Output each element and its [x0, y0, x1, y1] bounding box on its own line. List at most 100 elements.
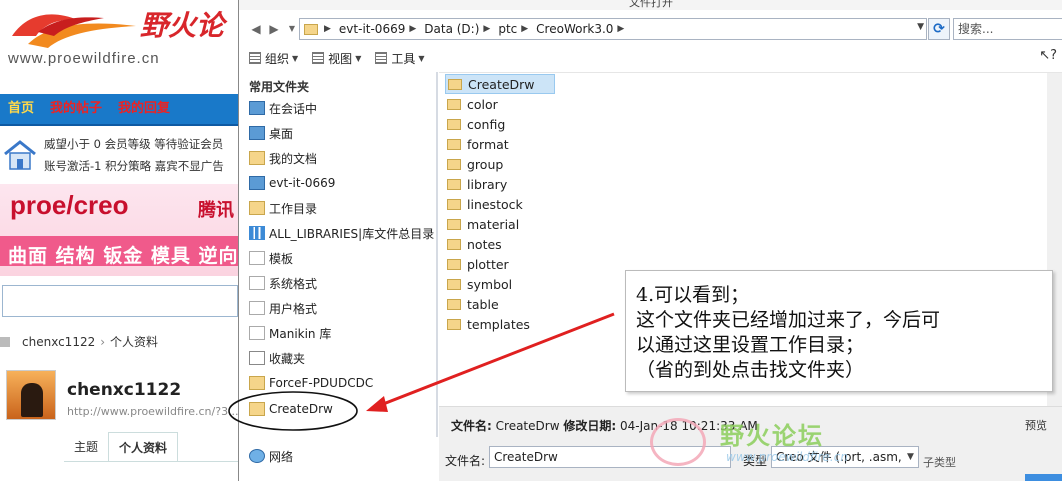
chevron-right-icon[interactable]: ▶: [483, 24, 490, 34]
nav-item-forcef-pdudcdc[interactable]: ForceF-PDUDCDC: [249, 371, 435, 395]
file-item-library[interactable]: library: [445, 174, 555, 194]
site-watermark: 野火论坛 www.proewildfire.cn: [650, 414, 860, 474]
nav-item-label: 我的文档: [269, 151, 318, 166]
nav-item-favorites[interactable]: 收藏夹: [249, 346, 435, 370]
nav-item-network[interactable]: 网络: [249, 444, 435, 468]
refresh-icon[interactable]: ⟳: [928, 18, 950, 40]
file-item-plotter[interactable]: plotter: [445, 254, 555, 274]
open-button[interactable]: [1025, 474, 1062, 481]
nav-item-label: 用户格式: [269, 301, 318, 316]
breadcrumb-profile[interactable]: 个人资料: [110, 335, 158, 349]
file-item-label: material: [467, 216, 520, 232]
nav-item-my-documents[interactable]: 我的文档: [249, 146, 435, 170]
user-info-line-1: 威望小于 0 会员等级 等待验证会员: [44, 137, 224, 151]
file-open-dialog: 文件打开 ◀ ▶ ▼ ▶ evt-it-0669 ▶ Data (D:) ▶ p…: [238, 0, 1062, 481]
file-item-label: symbol: [467, 276, 513, 292]
network-icon: [249, 449, 265, 463]
file-item-createdrw[interactable]: CreateDrw: [445, 74, 555, 94]
nav-home-link[interactable]: 首页: [0, 93, 42, 125]
nav-item-computer[interactable]: evt-it-0669: [249, 171, 435, 195]
file-item-symbol[interactable]: symbol: [445, 274, 555, 294]
nav-item-label: 收藏夹: [269, 351, 306, 366]
file-item-format[interactable]: format: [445, 134, 555, 154]
home-icon[interactable]: [0, 337, 10, 347]
nav-item-templates[interactable]: 模板: [249, 246, 435, 270]
chevron-right-icon[interactable]: ▶: [521, 24, 528, 34]
chevron-right-icon[interactable]: ▶: [617, 24, 624, 34]
back-arrow-icon[interactable]: ◀: [247, 20, 265, 38]
address-path-field[interactable]: ▶ evt-it-0669 ▶ Data (D:) ▶ ptc ▶ CreoWo…: [299, 18, 927, 40]
tools-label: 工具: [391, 51, 416, 66]
path-crumb-creowork[interactable]: CreoWork3.0: [536, 22, 613, 36]
breadcrumb-user[interactable]: chenxc1122: [22, 335, 95, 349]
file-item-label: CreateDrw: [468, 76, 535, 92]
file-item-color[interactable]: color: [445, 94, 555, 114]
organize-button[interactable]: 组织 ▼: [249, 50, 298, 67]
chevron-right-icon[interactable]: ▶: [324, 24, 331, 34]
avatar[interactable]: [6, 370, 56, 420]
dialog-titlebar[interactable]: 文件打开: [239, 0, 1062, 10]
folder-icon: [447, 278, 461, 290]
address-bar-row: ◀ ▶ ▼ ▶ evt-it-0669 ▶ Data (D:) ▶ ptc ▶ …: [239, 14, 1062, 44]
file-item-table[interactable]: table: [445, 294, 555, 314]
file-item-templates[interactable]: templates: [445, 314, 555, 334]
view-button[interactable]: 视图 ▼: [312, 50, 361, 67]
forward-arrow-icon[interactable]: ▶: [265, 20, 283, 38]
tools-button[interactable]: 工具 ▼: [375, 50, 425, 67]
file-item-label: templates: [467, 316, 530, 332]
organize-label: 组织: [265, 51, 290, 66]
user-info-line-2: 账号激活-1 积分策略 嘉宾不显广告: [44, 159, 224, 173]
folder-icon: [447, 118, 461, 130]
nav-item-createdrw[interactable]: CreateDrw: [249, 397, 435, 421]
path-crumb-drive[interactable]: Data (D:): [424, 22, 479, 36]
file-item-group[interactable]: group: [445, 154, 555, 174]
nav-item-working-directory[interactable]: 工作目录: [249, 196, 435, 220]
common-folders-pane: 常用文件夹 在会话中 桌面 我的文档 evt-it-0669 工作目录 ALL_…: [239, 72, 435, 464]
file-item-notes[interactable]: notes: [445, 234, 555, 254]
profile-url[interactable]: http://www.proewildfire.cn/?3...: [67, 405, 239, 418]
folder-icon: [249, 326, 265, 340]
library-icon: [249, 226, 265, 240]
tab-topics[interactable]: 主题: [64, 432, 108, 462]
folder-icon: [304, 23, 318, 35]
nav-item-system-formats[interactable]: 系统格式: [249, 271, 435, 295]
pane-splitter[interactable]: [436, 72, 438, 437]
site-search-input[interactable]: [2, 285, 238, 317]
file-item-material[interactable]: material: [445, 214, 555, 234]
nav-item-label: 在会话中: [269, 101, 318, 116]
nav-my-posts-link[interactable]: 我的帖子: [42, 93, 110, 125]
nav-my-replies-link[interactable]: 我的回复: [110, 93, 178, 125]
folder-icon: [447, 138, 461, 150]
nav-item-manikin-library[interactable]: Manikin 库: [249, 321, 435, 345]
preview-toggle[interactable]: 预览: [1025, 417, 1047, 433]
folder-icon: [448, 78, 462, 90]
path-crumb-computer[interactable]: evt-it-0669: [339, 22, 405, 36]
help-cursor-icon[interactable]: ↖?: [1039, 48, 1057, 63]
chevron-down-icon[interactable]: ▼: [917, 22, 924, 32]
view-label: 视图: [328, 51, 353, 66]
nav-item-desktop[interactable]: 桌面: [249, 121, 435, 145]
file-item-label: plotter: [467, 256, 509, 272]
banner-tag: 腾讯: [198, 200, 234, 221]
chevron-down-icon: ▼: [418, 53, 425, 63]
path-crumb-ptc[interactable]: ptc: [498, 22, 517, 36]
tab-divider: [64, 461, 240, 462]
file-item-label: group: [467, 156, 504, 172]
folder-icon: [249, 251, 265, 265]
chevron-right-icon[interactable]: ▶: [409, 24, 416, 34]
nav-item-user-formats[interactable]: 用户格式: [249, 296, 435, 320]
callout-line-2: 这个文件夹已经增加过来了，今后可: [636, 309, 941, 331]
nav-item-all-libraries[interactable]: ALL_LIBRARIES|库文件总目录: [249, 221, 435, 245]
tab-profile[interactable]: 个人资料: [108, 432, 179, 462]
ad-banner[interactable]: proe/creo 腾讯 曲面 结构 钣金 模具 逆向: [0, 184, 240, 276]
file-item-label: linestock: [467, 196, 523, 212]
site-logo[interactable]: 野火论 www.proewildfire.cn: [0, 0, 240, 88]
chevron-down-icon[interactable]: ▼: [907, 452, 914, 462]
search-input[interactable]: 搜索...: [953, 18, 1062, 40]
file-item-linestock[interactable]: linestock: [445, 194, 555, 214]
file-item-config[interactable]: config: [445, 114, 555, 134]
nav-item-in-session[interactable]: 在会话中: [249, 96, 435, 120]
nav-item-label: ALL_LIBRARIES|库文件总目录: [269, 226, 435, 241]
desktop-icon: [249, 126, 265, 140]
watermark-ring-icon: [650, 418, 706, 466]
